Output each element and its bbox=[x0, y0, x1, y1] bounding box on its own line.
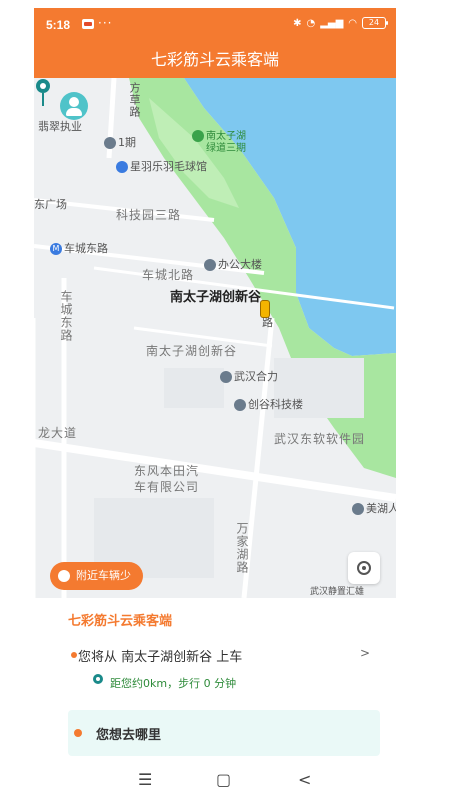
top-bar: 5:18 ··· ✱ ◔ ▂▄▆ ◠ 24 七彩筋斗云乘客端 bbox=[34, 8, 396, 78]
destination-dot-icon bbox=[74, 729, 82, 737]
map-label: 武汉静置汇雄 bbox=[310, 587, 365, 597]
map-label: 南太子湖创新谷 bbox=[146, 344, 238, 358]
map-label-road: 科技园三路 bbox=[116, 208, 182, 222]
destination-prompt: 您想去哪里 bbox=[96, 728, 162, 743]
battery-icon: 24 bbox=[362, 17, 388, 29]
park-icon bbox=[192, 130, 204, 142]
destination-input[interactable]: 您想去哪里 bbox=[68, 710, 380, 756]
status-time: 5:18 bbox=[46, 18, 71, 32]
map-label-poi: 星羽乐羽毛球馆 bbox=[116, 158, 207, 174]
map-label-poi: 创谷科技楼 bbox=[234, 396, 303, 412]
nearby-cars-button[interactable]: 附近车辆少 bbox=[50, 562, 143, 590]
metro-label: M 车城东路 bbox=[50, 240, 108, 256]
map-label: 翡翠执业 bbox=[38, 120, 82, 133]
building-icon bbox=[204, 259, 216, 271]
locate-icon bbox=[357, 561, 371, 575]
building-icon bbox=[234, 399, 246, 411]
chevron-right-icon[interactable]: > bbox=[360, 646, 370, 660]
map-label-road: 车城北路 bbox=[142, 268, 195, 282]
map-label-poi: 美湖人 bbox=[352, 500, 396, 516]
pickup-pin-icon bbox=[36, 79, 50, 106]
trip-panel: 七彩筋斗云乘客端 您将从 南太子湖创新谷 上车 > 距您约0km，步行 0 分钟… bbox=[34, 598, 396, 758]
poi-icon bbox=[104, 137, 116, 149]
map-label: 武汉东软软件园 bbox=[274, 432, 366, 446]
panel-title: 七彩筋斗云乘客端 bbox=[68, 614, 173, 629]
wifi-icon: ◠ bbox=[348, 17, 357, 29]
park-label: 南太子湖 绿道三期 bbox=[192, 130, 246, 155]
map-canvas bbox=[34, 78, 396, 598]
map-label-road: 万家湖路 bbox=[235, 522, 249, 574]
mute-icon: ◔ bbox=[306, 17, 316, 29]
menu-icon[interactable]: ☰ bbox=[138, 770, 152, 789]
car-icon bbox=[260, 300, 270, 318]
bluetooth-icon: ✱ bbox=[293, 17, 302, 29]
locate-button[interactable] bbox=[348, 552, 380, 584]
map-label-road: 车城东路 bbox=[59, 290, 73, 342]
map-label: 1期 bbox=[104, 134, 136, 150]
walk-distance: 距您约0km，步行 0 分钟 bbox=[110, 677, 237, 690]
map-label-road: 方草路 bbox=[128, 82, 141, 118]
map-label-poi: 武汉合力 bbox=[220, 368, 278, 384]
system-nav-bar: ☰ ▢ < bbox=[0, 756, 450, 800]
back-icon[interactable]: < bbox=[298, 770, 311, 789]
walk-pin-icon bbox=[93, 674, 103, 684]
map-label: 东风本田汽 bbox=[134, 464, 200, 478]
poi-icon bbox=[352, 503, 364, 515]
more-notifications-icon: ··· bbox=[98, 16, 113, 30]
phone-screen: 5:18 ··· ✱ ◔ ▂▄▆ ◠ 24 七彩筋斗云乘客端 方草路 翡翠执业 … bbox=[34, 8, 396, 800]
pickup-dot-icon bbox=[71, 652, 77, 658]
map-label-poi: 办公大楼 bbox=[204, 256, 262, 272]
status-icons: ✱ ◔ ▂▄▆ ◠ 24 bbox=[293, 17, 388, 29]
destination-place-label: 南太子湖创新谷 bbox=[170, 290, 262, 305]
map-label: 车有限公司 bbox=[134, 480, 200, 494]
pickup-location[interactable]: 您将从 南太子湖创新谷 上车 bbox=[78, 646, 242, 665]
nearby-cars-label: 附近车辆少 bbox=[76, 569, 131, 582]
page-title: 七彩筋斗云乘客端 bbox=[150, 50, 279, 69]
status-bar: 5:18 ··· ✱ ◔ ▂▄▆ ◠ 24 bbox=[34, 8, 396, 38]
location-pin-icon bbox=[220, 371, 232, 383]
map-label-road: 龙大道 bbox=[38, 426, 78, 440]
nearby-cars-icon bbox=[58, 570, 70, 582]
metro-icon: M bbox=[50, 243, 62, 255]
home-icon[interactable]: ▢ bbox=[216, 770, 231, 789]
notification-icon bbox=[82, 19, 94, 29]
user-avatar[interactable] bbox=[60, 92, 88, 120]
signal-icon: ▂▄▆ bbox=[320, 17, 344, 29]
map-view[interactable]: 方草路 翡翠执业 1期 星羽乐羽毛球馆 南太子湖 绿道三期 东广场 科技园三路 M… bbox=[34, 78, 396, 598]
badminton-icon bbox=[116, 161, 128, 173]
map-label: 东广场 bbox=[34, 198, 67, 211]
